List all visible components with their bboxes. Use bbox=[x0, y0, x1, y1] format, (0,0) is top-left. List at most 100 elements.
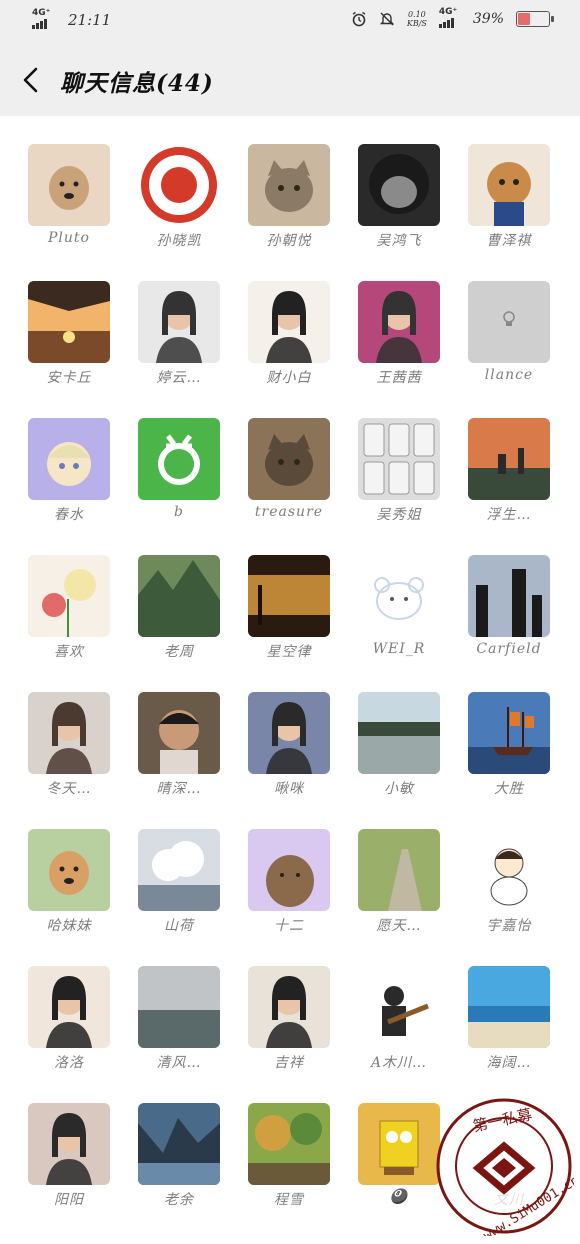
avatar[interactable] bbox=[138, 966, 220, 1048]
member-item[interactable]: 冬天… bbox=[14, 664, 124, 797]
avatar[interactable] bbox=[358, 829, 440, 911]
member-item[interactable]: A木川… bbox=[344, 938, 454, 1071]
member-item[interactable]: 大胜 bbox=[454, 664, 564, 797]
member-item[interactable]: 喜欢 bbox=[14, 527, 124, 660]
member-name: A木川… bbox=[370, 1055, 428, 1071]
avatar[interactable] bbox=[28, 692, 110, 774]
member-item[interactable]: treasure bbox=[234, 390, 344, 520]
member-item[interactable]: 洛洛 bbox=[14, 938, 124, 1071]
member-item[interactable]: 宇嘉怡 bbox=[454, 801, 564, 934]
avatar[interactable] bbox=[468, 692, 550, 774]
avatar[interactable] bbox=[358, 281, 440, 363]
avatar[interactable] bbox=[248, 281, 330, 363]
signal-icon: 4G⁺ bbox=[438, 7, 461, 28]
member-item[interactable]: 吴鸿飞 bbox=[344, 116, 454, 249]
member-item[interactable]: 山荷 bbox=[124, 801, 234, 934]
member-name: 喜欢 bbox=[54, 644, 84, 660]
member-item[interactable]: WEI_R bbox=[344, 527, 454, 657]
avatar[interactable] bbox=[28, 418, 110, 500]
avatar[interactable] bbox=[138, 555, 220, 637]
member-item[interactable]: 小敏 bbox=[344, 664, 454, 797]
avatar[interactable] bbox=[138, 144, 220, 226]
avatar[interactable] bbox=[468, 281, 550, 363]
member-item[interactable]: 星空律 bbox=[234, 527, 344, 660]
member-item[interactable]: 老余 bbox=[124, 1075, 234, 1208]
member-name: 婷云… bbox=[156, 370, 202, 386]
avatar[interactable] bbox=[248, 966, 330, 1048]
member-item[interactable]: 啾咪 bbox=[234, 664, 344, 797]
avatar[interactable] bbox=[358, 144, 440, 226]
member-item[interactable]: 吉祥 bbox=[234, 938, 344, 1071]
page-title: 聊天信息(44) bbox=[60, 70, 214, 97]
avatar[interactable] bbox=[138, 281, 220, 363]
member-item[interactable]: Carfield bbox=[454, 527, 564, 657]
member-name: 吉祥 bbox=[274, 1055, 304, 1071]
avatar[interactable] bbox=[28, 555, 110, 637]
avatar[interactable] bbox=[138, 692, 220, 774]
chevron-left-icon[interactable] bbox=[18, 66, 46, 94]
member-grid: Pluto 孙晓凯 孙朝悦 吴鸿飞 曹泽祺安卡丘 婷云… 财小白 王茜茜 llance 春水 b tr… bbox=[0, 116, 580, 1244]
avatar[interactable] bbox=[468, 144, 550, 226]
member-item[interactable]: Pluto bbox=[14, 116, 124, 246]
avatar[interactable] bbox=[358, 418, 440, 500]
member-item[interactable]: llance bbox=[454, 253, 564, 383]
member-item[interactable]: 婷云… bbox=[124, 253, 234, 386]
avatar[interactable] bbox=[248, 144, 330, 226]
member-item[interactable]: 财小白 bbox=[234, 253, 344, 386]
net-speed: 0.10 KB/S bbox=[406, 10, 427, 28]
avatar[interactable] bbox=[468, 555, 550, 637]
member-name: 星空律 bbox=[266, 644, 312, 660]
alarm-icon bbox=[352, 11, 366, 27]
avatar[interactable] bbox=[468, 418, 550, 500]
avatar[interactable] bbox=[468, 829, 550, 911]
member-item[interactable]: 阳阳 bbox=[14, 1075, 124, 1208]
member-item[interactable]: 愿天… bbox=[344, 801, 454, 934]
avatar[interactable] bbox=[248, 1103, 330, 1185]
member-name: 阳阳 bbox=[54, 1192, 84, 1208]
avatar[interactable] bbox=[248, 555, 330, 637]
avatar[interactable] bbox=[28, 829, 110, 911]
member-item[interactable]: 孙晓凯 bbox=[124, 116, 234, 249]
member-item[interactable]: 孙朝悦 bbox=[234, 116, 344, 249]
avatar[interactable] bbox=[248, 829, 330, 911]
avatar[interactable] bbox=[28, 144, 110, 226]
member-item[interactable]: 吴秀姐 bbox=[344, 390, 454, 523]
member-item[interactable]: 程雪 bbox=[234, 1075, 344, 1208]
avatar[interactable] bbox=[28, 1103, 110, 1185]
avatar[interactable] bbox=[138, 1103, 220, 1185]
member-name: 冬天… bbox=[46, 781, 92, 797]
member-name: llance bbox=[484, 367, 534, 383]
avatar[interactable] bbox=[358, 1103, 440, 1185]
member-name: 曹泽祺 bbox=[486, 233, 532, 249]
member-item[interactable]: 曹泽祺 bbox=[454, 116, 564, 249]
avatar[interactable] bbox=[248, 692, 330, 774]
avatar[interactable] bbox=[248, 418, 330, 500]
member-item[interactable]: 安卡丘 bbox=[14, 253, 124, 386]
avatar[interactable] bbox=[138, 829, 220, 911]
member-item[interactable]: 晴深… bbox=[124, 664, 234, 797]
member-item[interactable]: 春水 bbox=[14, 390, 124, 523]
member-name: 孙晓凯 bbox=[156, 233, 202, 249]
header: 聊天信息(44) bbox=[0, 44, 580, 116]
member-item[interactable]: 海阔… bbox=[454, 938, 564, 1071]
member-item[interactable]: b bbox=[124, 390, 234, 520]
member-item[interactable]: 十二 bbox=[234, 801, 344, 934]
member-name: 哈妹妹 bbox=[46, 918, 92, 934]
member-name: 海阔… bbox=[486, 1055, 532, 1071]
member-item[interactable]: 清风… bbox=[124, 938, 234, 1071]
watermark-logo: 第一私募 www.SiMu001.cn bbox=[434, 1096, 580, 1244]
avatar[interactable] bbox=[138, 418, 220, 500]
avatar[interactable] bbox=[28, 281, 110, 363]
avatar[interactable] bbox=[468, 966, 550, 1048]
member-item[interactable]: 浮生… bbox=[454, 390, 564, 523]
avatar[interactable] bbox=[358, 555, 440, 637]
member-item[interactable]: 哈妹妹 bbox=[14, 801, 124, 934]
avatar[interactable] bbox=[358, 692, 440, 774]
member-name: 吴鸿飞 bbox=[376, 233, 422, 249]
avatar[interactable] bbox=[358, 966, 440, 1048]
member-name: Pluto bbox=[48, 230, 90, 246]
avatar[interactable] bbox=[28, 966, 110, 1048]
member-name: 程雪 bbox=[274, 1192, 304, 1208]
member-item[interactable]: 老周 bbox=[124, 527, 234, 660]
member-item[interactable]: 王茜茜 bbox=[344, 253, 454, 386]
